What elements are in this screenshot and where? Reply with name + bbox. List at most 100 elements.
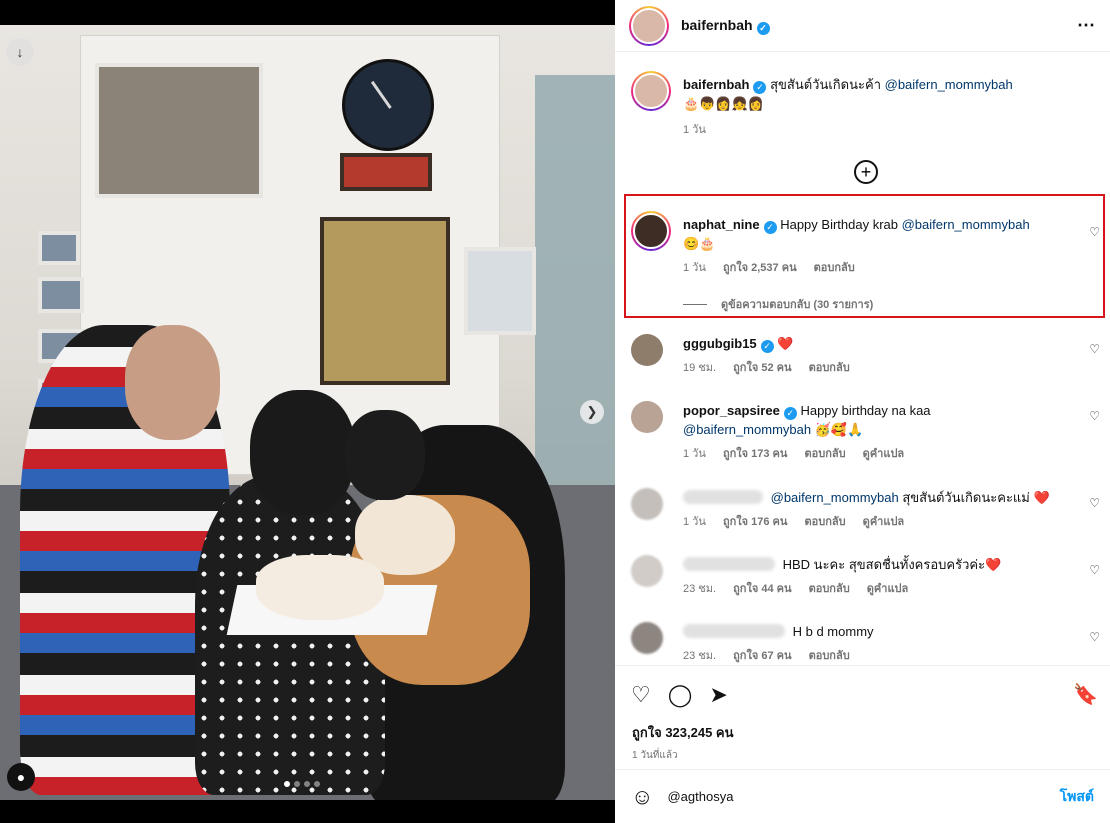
man-head [125,325,220,440]
instagram-post-view: ↓ ❯ ● baifernbah ✓ ⋯ baifernbah ✓ สุขสันต [0,0,1110,823]
comment-likes[interactable]: ถูกใจ 176 คน [723,516,787,528]
comment-body: H b d mommy 23 ชม. ถูกใจ 67 คน ตอบกลับ [683,622,1078,665]
comment-body: popor_sapsiree ✓ Happy birthday na kaa @b… [683,401,1078,464]
caption: baifernbah ✓ สุขสันต์วันเกิดนะค้า @baifer… [615,71,1110,136]
comment-popor: popor_sapsiree ✓ Happy birthday na kaa @b… [615,401,1110,460]
like-comment-heart-icon[interactable]: ♡ [1089,563,1100,577]
author-username[interactable]: baifernbah ✓ [681,17,770,35]
comment-likes[interactable]: ถูกใจ 44 คน [733,583,791,595]
translate-button[interactable]: ดูคำแปล [863,516,905,528]
comment-body: naphat_nine ✓ Happy Birthday krab @baifer… [683,215,1078,315]
reply-button[interactable]: ตอบกลับ [804,448,845,460]
comment-avatar[interactable] [631,211,671,251]
comment-blurred-1: @baifern_mommybah สุขสันต์วันเกิดนะคะแม่… [615,488,1110,528]
comment-likes[interactable]: ถูกใจ 67 คน [733,650,791,662]
caption-mention[interactable]: @baifern_mommybah [885,77,1013,92]
shelf-frame [340,153,432,191]
comment-likes[interactable]: ถูกใจ 52 คน [733,362,791,374]
comment-time[interactable]: 23 ชม. [683,650,716,662]
verified-badge-icon: ✓ [756,21,770,35]
caption-text: สุขสันต์วันเกิดนะค้า [770,77,881,92]
comment-username[interactable]: naphat_nine [683,217,760,232]
more-options-icon[interactable]: ⋯ [1077,15,1096,36]
reply-button[interactable]: ตอบกลับ [809,583,850,595]
comment-text: Happy birthday na kaa [800,403,931,418]
post-likes-count[interactable]: ถูกใจ 323,245 คน [632,722,734,743]
bookmark-save-icon[interactable]: 🔖 [1073,682,1098,707]
load-more-comments-icon[interactable]: + [854,160,878,184]
comment-likes[interactable]: ถูกใจ 2,537 คน [723,262,797,274]
blurred-username [683,557,775,571]
comments-list[interactable]: baifernbah ✓ สุขสันต์วันเกิดนะค้า @baifer… [615,53,1110,665]
blurred-username [683,490,763,504]
comment-emojis: 🥳🥰🙏 [814,422,864,437]
comment-emojis: ❤️ [985,557,1002,572]
caption-emojis: 🎂👦👩👧👩 [683,96,764,111]
caption-avatar[interactable] [631,71,671,111]
action-icons: ♡ ◯ ➤ [631,682,728,708]
post-photo[interactable] [0,25,615,800]
verified-badge-icon: ✓ [760,340,774,353]
translate-button[interactable]: ดูคำแปล [867,583,909,595]
post-timestamp[interactable]: 1 วันที่แล้ว [632,748,678,763]
comment-mention[interactable]: @baifern_mommybah [683,422,811,437]
blurred-username [683,624,785,638]
like-comment-heart-icon[interactable]: ♡ [1089,342,1100,356]
carousel-dots [284,781,320,787]
reply-button[interactable]: ตอบกลับ [809,650,850,662]
comment-time[interactable]: 23 ชม. [683,583,716,595]
download-icon[interactable]: ↓ [6,38,34,66]
comment-body: gggubgib15 ✓ ❤️ 19 ชม. ถูกใจ 52 คน ตอบกลั… [683,334,1078,378]
comment-avatar[interactable] [631,401,663,433]
reply-button[interactable]: ตอบกลับ [814,262,855,274]
comment-username[interactable]: popor_sapsiree [683,403,780,418]
post-header: baifernbah ✓ ⋯ [615,0,1110,52]
comment-likes[interactable]: ถูกใจ 173 คน [723,448,787,460]
reply-button[interactable]: ตอบกลับ [804,516,845,528]
comment-time[interactable]: 1 วัน [683,516,706,528]
like-comment-heart-icon[interactable]: ♡ [1089,225,1100,239]
comment-text: Happy Birthday krab [780,217,898,232]
verified-badge-icon: ✓ [763,221,777,234]
like-comment-heart-icon[interactable]: ♡ [1089,496,1100,510]
like-comment-heart-icon[interactable]: ♡ [1089,630,1100,644]
like-heart-icon[interactable]: ♡ [631,682,651,708]
post-media: ↓ ❯ ● [0,0,615,823]
comment-time[interactable]: 1 วัน [683,448,706,460]
chevron-right-icon[interactable]: ❯ [580,400,604,424]
share-send-icon[interactable]: ➤ [709,682,727,708]
comment-mention[interactable]: @baifern_mommybah [771,490,899,505]
comment-time[interactable]: 1 วัน [683,262,706,274]
small-photo-2 [38,277,84,313]
tagged-user-icon[interactable]: ● [7,763,35,791]
comment-gggubgib15: gggubgib15 ✓ ❤️ 19 ชม. ถูกใจ 52 คน ตอบกลั… [615,334,1110,374]
caption-time[interactable]: 1 วัน [683,124,706,136]
carousel-dot-active [284,781,290,787]
family-photo-frame [95,63,263,198]
caption-username[interactable]: baifernbah [683,77,749,92]
translate-button[interactable]: ดูคำแปล [863,448,905,460]
comment-avatar[interactable] [631,488,663,520]
smiley-icon[interactable]: ☺ [631,784,653,810]
comment-body: @baifern_mommybah สุขสันต์วันเกิดนะคะแม่… [683,488,1078,532]
author-avatar[interactable] [629,5,669,46]
comment-avatar[interactable] [631,555,663,587]
carousel-dot [294,781,300,787]
comment-avatar[interactable] [631,334,663,366]
post-comment-button[interactable]: โพสต์ [1060,786,1094,808]
comment-time[interactable]: 19 ชม. [683,362,716,374]
comment-mention[interactable]: @baifern_mommybah [902,217,1030,232]
comment-text: HBD นะคะ สุขสดชื่นทั้งครอบครัวค่ะ [782,557,986,572]
comment-username[interactable]: gggubgib15 [683,336,757,351]
comment-input[interactable]: @agthosya [667,789,733,804]
comment-emojis: ❤️ [1033,490,1050,505]
view-replies-button[interactable]: ดูข้อความตอบกลับ (30 รายการ) [683,296,1078,315]
comment-body: HBD นะคะ สุขสดชื่นทั้งครอบครัวค่ะ❤️ 23 ช… [683,555,1078,599]
reply-button[interactable]: ตอบกลับ [809,362,850,374]
comment-avatar[interactable] [631,622,663,654]
comment-blurred-2: HBD นะคะ สุขสดชื่นทั้งครอบครัวค่ะ❤️ 23 ช… [615,555,1110,595]
comment-bubble-icon[interactable]: ◯ [668,682,693,708]
small-photo-1 [38,231,80,265]
carousel-dot [304,781,310,787]
like-comment-heart-icon[interactable]: ♡ [1089,409,1100,423]
